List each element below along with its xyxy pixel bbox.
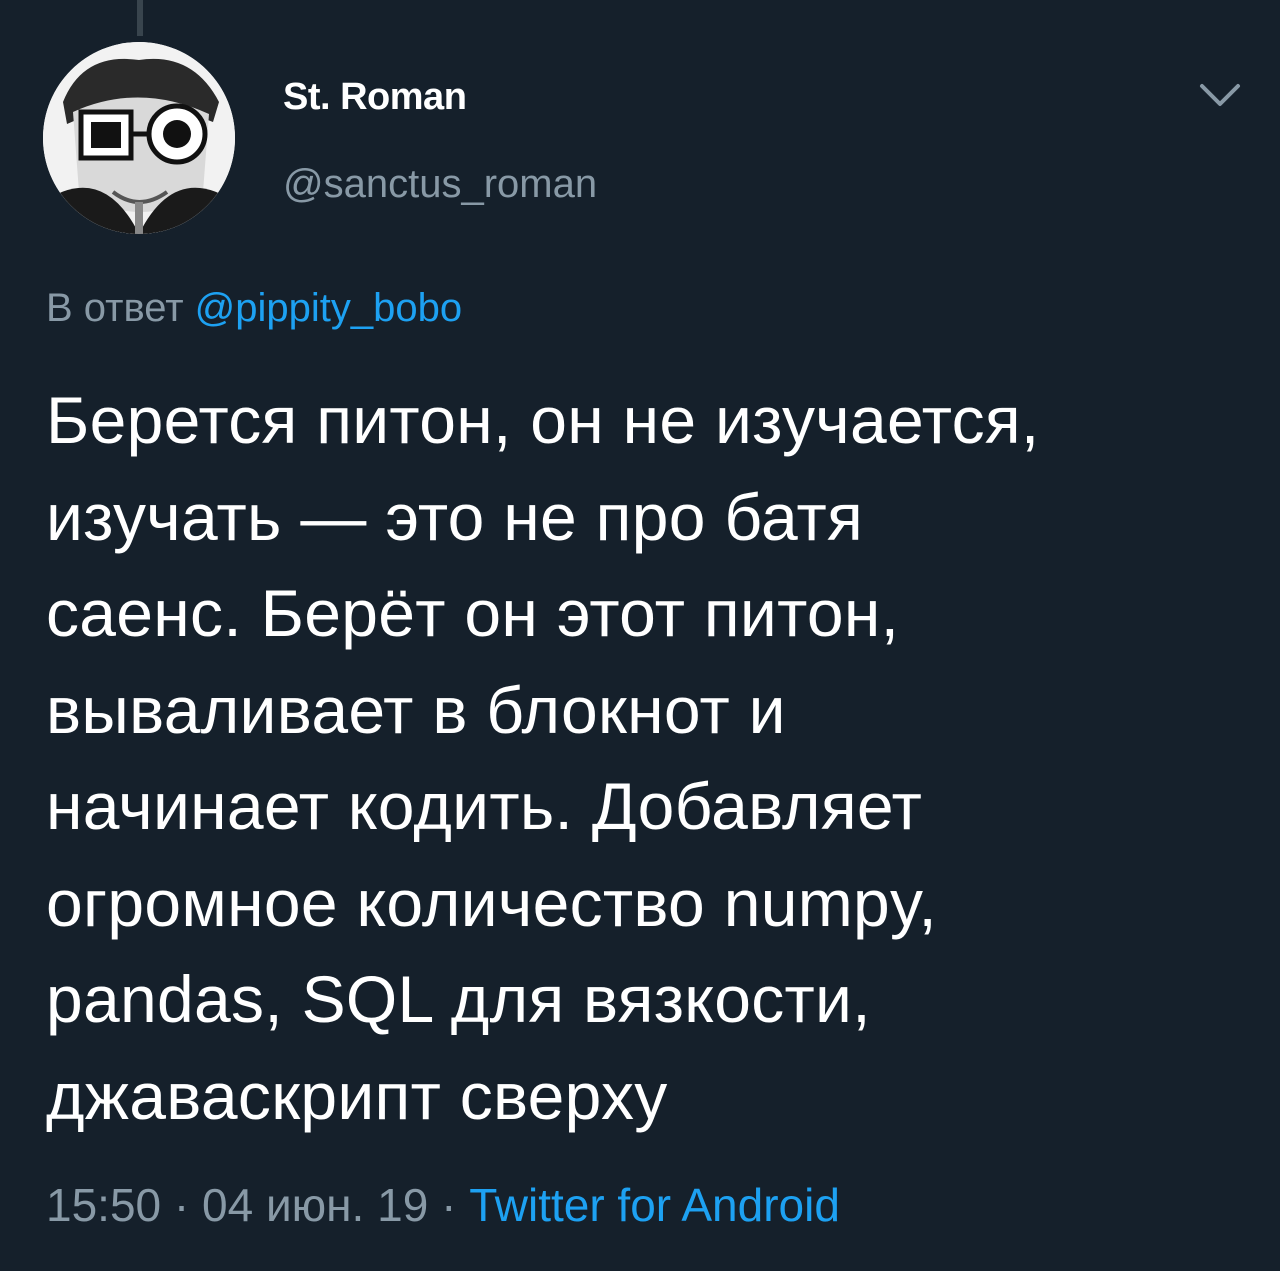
thread-connector-line [137,0,143,36]
tweet-text: Берется питон, он не изучается, изучать … [46,383,1040,1133]
avatar-image [43,42,235,234]
avatar[interactable] [43,42,235,234]
author-handle[interactable]: @sanctus_roman [283,162,597,207]
author-display-name[interactable]: St. Roman [283,76,467,119]
meta-separator: · [173,1179,190,1231]
reply-target-link[interactable]: @pippity_bobo [195,286,462,330]
tweet-date[interactable]: 04 июн. 19 [202,1179,428,1231]
reply-prefix: В ответ [46,286,184,330]
tweet-source-link[interactable]: Twitter for Android [469,1179,840,1231]
chevron-down-icon [1200,84,1240,106]
tweet-meta: 15:50 · 04 июн. 19 · Twitter for Android [46,1178,840,1232]
tweet-menu-button[interactable] [1196,78,1244,114]
reply-context: В ответ @pippity_bobo [46,286,462,331]
meta-separator: · [441,1179,457,1231]
tweet-time[interactable]: 15:50 [46,1179,161,1231]
